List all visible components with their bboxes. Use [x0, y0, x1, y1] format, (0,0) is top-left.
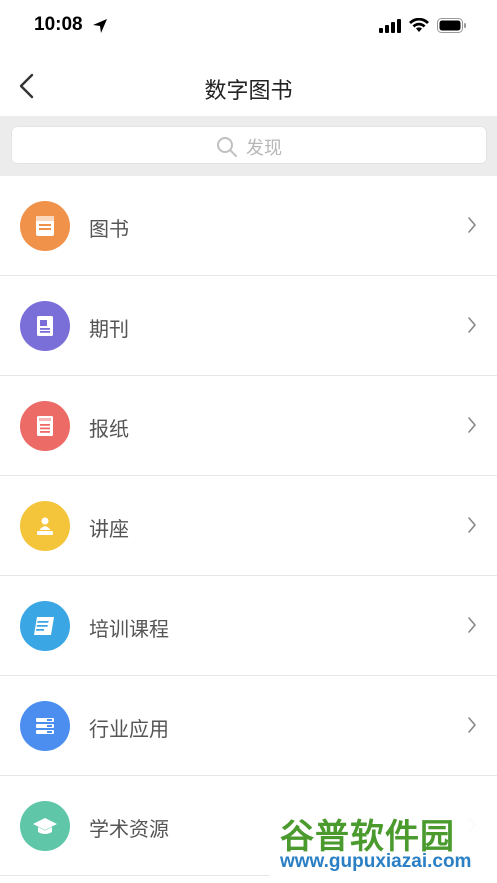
- search-placeholder: 发现: [246, 138, 282, 159]
- cellular-signal-icon: [379, 18, 401, 33]
- list-item-training-courses[interactable]: 培训课程: [0, 576, 497, 676]
- search-area: 发现: [0, 116, 497, 176]
- lecture-icon: [20, 501, 70, 551]
- training-course-icon: [20, 601, 70, 651]
- list-item-industry-apps[interactable]: 行业应用: [0, 676, 497, 776]
- location-arrow-icon: [93, 19, 107, 33]
- battery-icon: [437, 18, 466, 33]
- list-item-lectures[interactable]: 讲座: [0, 476, 497, 576]
- list-item-label: 学术资源: [89, 817, 169, 841]
- search-input[interactable]: 发现: [11, 126, 487, 164]
- chevron-right-icon: [468, 417, 476, 433]
- search-icon: [217, 137, 237, 157]
- industry-app-icon: [20, 701, 70, 751]
- chevron-right-icon: [468, 517, 476, 533]
- chevron-right-icon: [468, 717, 476, 733]
- list-item-newspapers[interactable]: 报纸: [0, 376, 497, 476]
- list-item-label: 图书: [89, 217, 129, 241]
- book-icon: [20, 201, 70, 251]
- status-time: 10:08: [34, 14, 83, 35]
- chevron-right-icon: [468, 217, 476, 233]
- list-item-label: 期刊: [89, 317, 129, 341]
- wifi-icon: [409, 18, 429, 32]
- watermark-url: www.gupuxiazai.com: [280, 851, 472, 872]
- list-item-label: 报纸: [89, 417, 129, 441]
- category-list: 图书 期刊 报纸 讲座 培训课程 行业应用 学术资源: [0, 176, 497, 876]
- journal-icon: [20, 301, 70, 351]
- chevron-right-icon: [468, 617, 476, 633]
- status-bar: 10:08: [0, 0, 497, 56]
- list-item-journals[interactable]: 期刊: [0, 276, 497, 376]
- page-title: 数字图书: [204, 79, 293, 104]
- watermark: 谷普软件园 www.gupuxiazai.com: [270, 803, 497, 883]
- chevron-right-icon: [468, 317, 476, 333]
- academic-cap-icon: [20, 801, 70, 851]
- newspaper-icon: [20, 401, 70, 451]
- status-indicators: [379, 18, 467, 33]
- list-item-label: 培训课程: [89, 617, 169, 641]
- list-item-label: 行业应用: [89, 717, 169, 741]
- list-item-books[interactable]: 图书: [0, 176, 497, 276]
- nav-bar: 数字图书: [0, 56, 497, 116]
- list-item-label: 讲座: [89, 517, 129, 541]
